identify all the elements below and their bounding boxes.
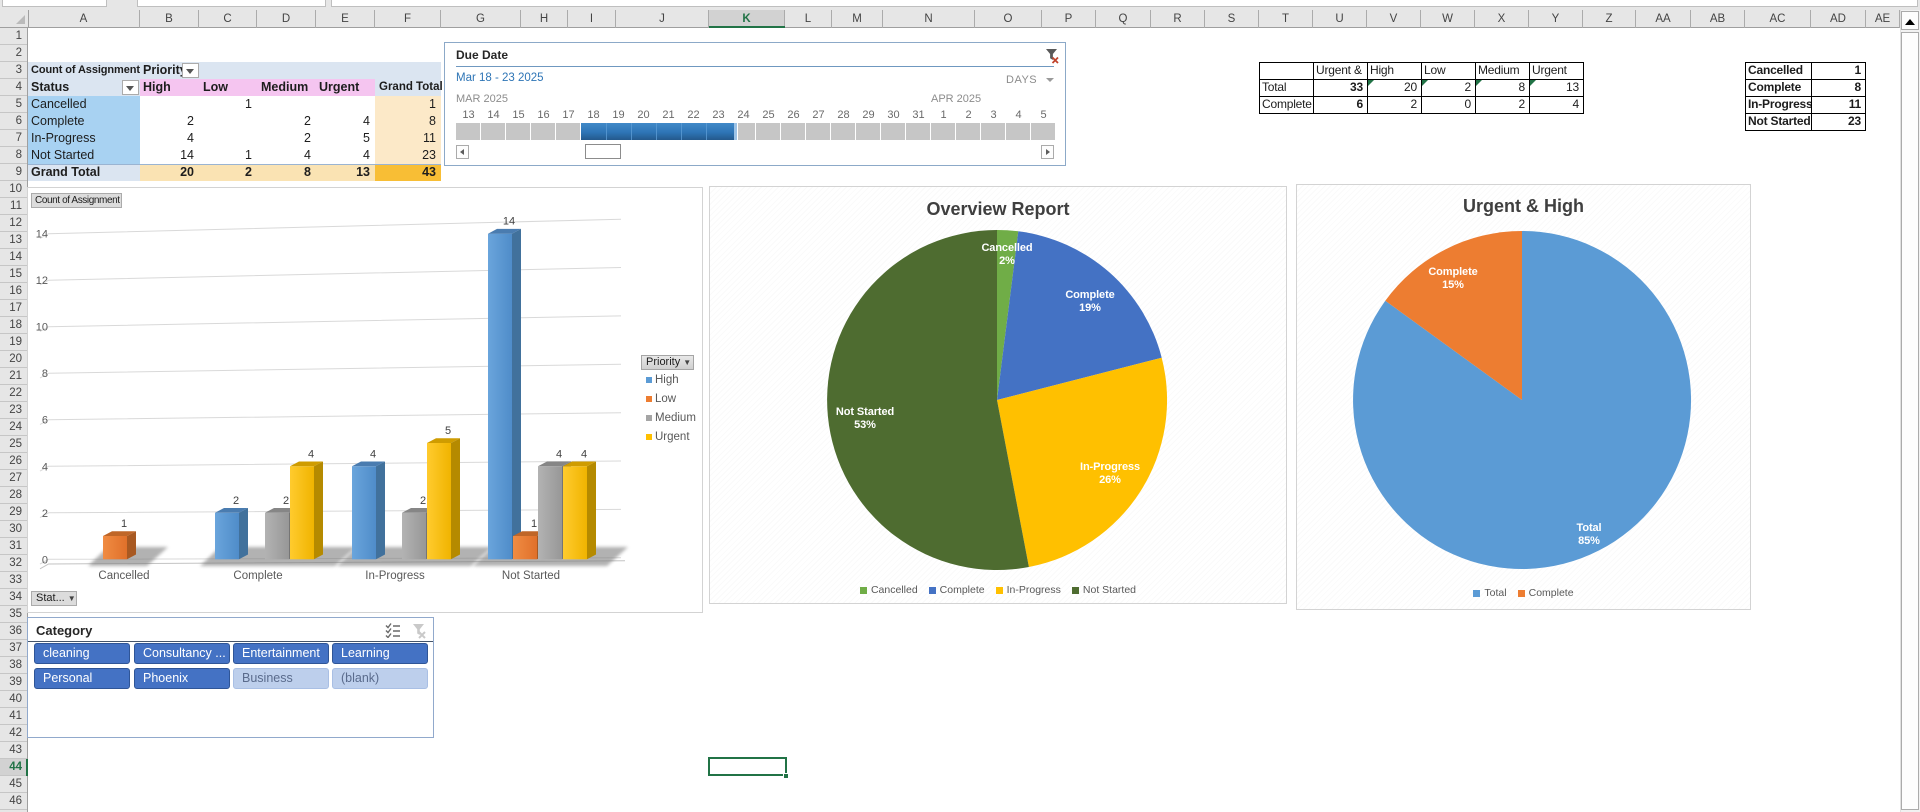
svg-text:0: 0 [42,554,48,566]
svg-text:2: 2 [283,495,289,507]
svg-text:4: 4 [556,448,562,460]
svg-text:2: 2 [233,495,239,507]
svg-text:4: 4 [370,448,376,460]
svg-text:14: 14 [503,216,515,228]
svg-text:10: 10 [36,322,48,334]
svg-text:5: 5 [445,425,451,437]
svg-text:4: 4 [42,461,48,473]
svg-text:2: 2 [420,495,426,507]
svg-text:14: 14 [36,229,48,241]
svg-text:Cancelled: Cancelled [98,570,149,582]
svg-text:1: 1 [121,518,127,530]
svg-text:In-Progress: In-Progress [365,570,425,582]
svg-text:1: 1 [531,518,537,530]
svg-text:6: 6 [42,415,48,427]
svg-text:12: 12 [36,275,48,287]
svg-text:8: 8 [42,368,48,380]
svg-text:4: 4 [308,448,314,460]
svg-text:Not Started: Not Started [502,570,560,582]
svg-text:2: 2 [42,508,48,520]
svg-text:Complete: Complete [233,570,282,582]
svg-text:4: 4 [581,448,587,460]
